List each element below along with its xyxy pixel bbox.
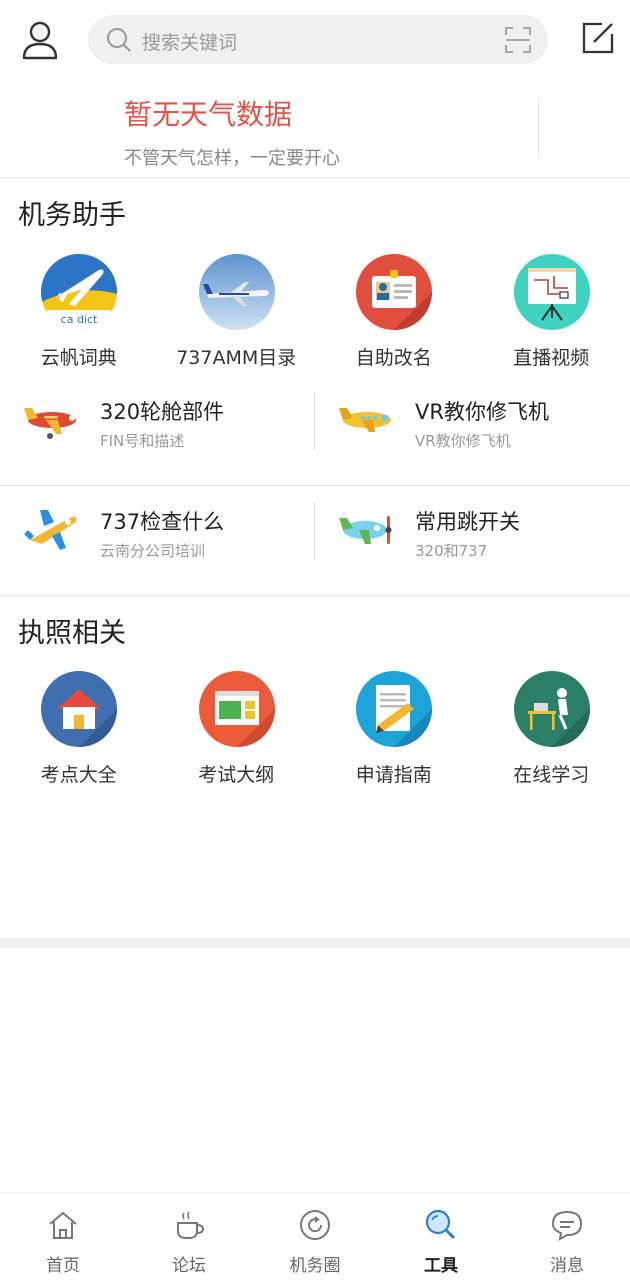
feature-row-1: 320轮舱部件 FIN号和描述 VR教你修飞机 VR教你修飞机 — [0, 376, 630, 486]
license-label: 考点大全 — [0, 760, 158, 787]
weather-title: 暂无天气数据 — [124, 93, 292, 133]
tab-messages[interactable]: 消息 — [504, 1193, 630, 1281]
airplane-logo-icon: ca dict — [41, 254, 117, 330]
search-tools-icon — [423, 1207, 459, 1243]
weather-panel[interactable]: 暂无天气数据 不管天气怎样，一定要开心 — [0, 80, 630, 178]
weather-divider — [538, 98, 539, 158]
license-exam-points[interactable]: 考点大全 — [0, 671, 158, 801]
section-gap — [0, 938, 630, 948]
tab-home[interactable]: 首页 — [0, 1193, 126, 1281]
coffee-cup-icon — [171, 1207, 207, 1243]
license-application-guide[interactable]: 申请指南 — [315, 671, 473, 801]
license-label: 在线学习 — [473, 760, 630, 787]
search-icon — [106, 27, 132, 53]
tab-circle[interactable]: 机务圈 — [252, 1193, 378, 1281]
chat-bubble-icon — [549, 1207, 585, 1243]
feature-vr-repair[interactable]: VR教你修飞机 VR教你修飞机 — [315, 376, 630, 485]
person-at-desk-icon — [514, 671, 590, 747]
feature-320-wheel-bay[interactable]: 320轮舱部件 FIN号和描述 — [0, 376, 315, 485]
tool-label: 737AMM目录 — [158, 343, 316, 370]
feature-subtitle: FIN号和描述 — [100, 430, 184, 451]
tool-self-rename[interactable]: 自助改名 — [315, 254, 473, 384]
feature-row-2: 737检查什么 云南分公司培训 常用跳开关 320和737 — [0, 486, 630, 596]
tab-label: 工具 — [378, 1251, 504, 1276]
tab-label: 机务圈 — [252, 1251, 378, 1276]
refresh-circle-icon — [297, 1207, 333, 1243]
license-online-learning[interactable]: 在线学习 — [473, 671, 630, 801]
feature-title: 常用跳开关 — [415, 506, 520, 536]
feature-subtitle: 320和737 — [415, 540, 487, 561]
tab-tools[interactable]: 工具 — [378, 1193, 504, 1281]
toy-plane-icon — [22, 504, 84, 554]
tool-live-video[interactable]: 直播视频 — [473, 254, 630, 384]
search-bar[interactable]: 搜索关键词 — [88, 15, 548, 64]
tab-label: 首页 — [0, 1251, 126, 1276]
id-card-icon — [356, 254, 432, 330]
feature-737-inspection[interactable]: 737检查什么 云南分公司培训 — [0, 486, 315, 595]
scan-icon[interactable] — [504, 26, 532, 54]
feature-common-breakers[interactable]: 常用跳开关 320和737 — [315, 486, 630, 595]
feature-title: 737检查什么 — [100, 506, 224, 536]
tool-label: 云帆词典 — [0, 343, 158, 370]
tool-cloud-dictionary[interactable]: ca dict 云帆词典 — [0, 254, 158, 384]
top-bar: 搜索关键词 — [0, 0, 630, 80]
section-title-assistant: 机务助手 — [18, 193, 126, 232]
jet-photo-icon — [199, 254, 275, 330]
compose-icon[interactable] — [578, 18, 618, 58]
tool-737amm-catalog[interactable]: 737AMM目录 — [158, 254, 316, 384]
tab-label: 消息 — [504, 1251, 630, 1276]
house-icon — [41, 671, 117, 747]
bottom-tab-bar: 首页 论坛 机务圈 工具 消息 — [0, 1192, 630, 1281]
user-profile-icon[interactable] — [18, 18, 62, 62]
home-icon — [45, 1207, 81, 1243]
propeller-plane-icon — [337, 504, 399, 554]
feature-subtitle: 云南分公司培训 — [100, 540, 205, 561]
search-placeholder: 搜索关键词 — [142, 28, 237, 55]
tool-label: 直播视频 — [473, 343, 630, 370]
license-exam-outline[interactable]: 考试大纲 — [158, 671, 316, 801]
red-plane-icon — [22, 394, 84, 444]
yellow-plane-icon — [337, 394, 399, 444]
tool-label: 自助改名 — [315, 343, 473, 370]
tab-label: 论坛 — [126, 1251, 252, 1276]
weather-subtitle: 不管天气怎样，一定要开心 — [124, 144, 340, 170]
tab-forum[interactable]: 论坛 — [126, 1193, 252, 1281]
license-icon-grid: 考点大全 考试大纲 申请指南 在线学习 — [0, 671, 630, 801]
assistant-icon-grid: ca dict 云帆词典 737AMM目录 自助改名 直播视频 — [0, 254, 630, 384]
svg-text:ca dict: ca dict — [61, 313, 98, 326]
feature-title: VR教你修飞机 — [415, 396, 549, 426]
feature-title: 320轮舱部件 — [100, 396, 224, 426]
license-label: 考试大纲 — [158, 760, 316, 787]
section-title-license: 执照相关 — [18, 611, 126, 650]
whiteboard-icon — [514, 254, 590, 330]
browser-window-icon — [199, 671, 275, 747]
feature-subtitle: VR教你修飞机 — [415, 430, 511, 451]
document-pencil-icon — [356, 671, 432, 747]
license-label: 申请指南 — [315, 760, 473, 787]
